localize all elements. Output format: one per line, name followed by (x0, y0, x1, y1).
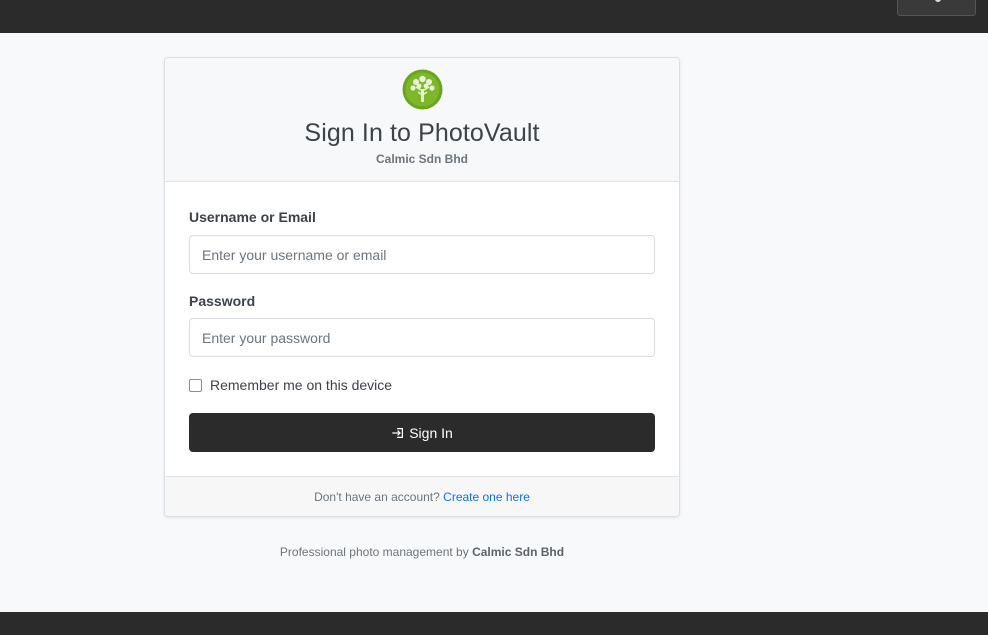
top-navbar (0, 0, 988, 33)
login-card: Sign In to PhotoVault Calmic Sdn Bhd Use… (164, 57, 680, 517)
bottom-bar (0, 612, 988, 635)
password-input[interactable] (189, 318, 655, 357)
password-label: Password (189, 293, 256, 309)
sign-in-button[interactable]: Sign In (189, 413, 655, 452)
remember-me-row: Remember me on this device (189, 377, 392, 393)
remember-me-checkbox[interactable] (189, 378, 202, 392)
signup-footer: Don't have an account? Create one here (165, 476, 679, 516)
sign-in-label: Sign In (409, 424, 453, 441)
create-account-link[interactable]: Create one here (443, 490, 530, 504)
footer-company: Calmic Sdn Bhd (472, 545, 565, 559)
footer-tagline-text: Professional photo management by (279, 545, 469, 559)
remember-me-label[interactable]: Remember me on this device (210, 377, 392, 393)
username-input[interactable] (189, 235, 655, 274)
sign-in-icon (392, 427, 404, 438)
username-label: Username or Email (189, 209, 316, 225)
login-title: Sign In to PhotoVault (304, 119, 540, 147)
signup-prompt: Don't have an account? (314, 490, 440, 504)
company-subtitle: Calmic Sdn Bhd (375, 152, 468, 166)
page-footer-tagline: Professional photo management by Calmic … (164, 545, 680, 559)
navbar-toggle-button[interactable] (897, 0, 976, 16)
login-card-header: Sign In to PhotoVault Calmic Sdn Bhd (165, 58, 679, 182)
navbar-toggle-icon (935, 0, 941, 2)
tree-logo-icon (402, 69, 443, 110)
